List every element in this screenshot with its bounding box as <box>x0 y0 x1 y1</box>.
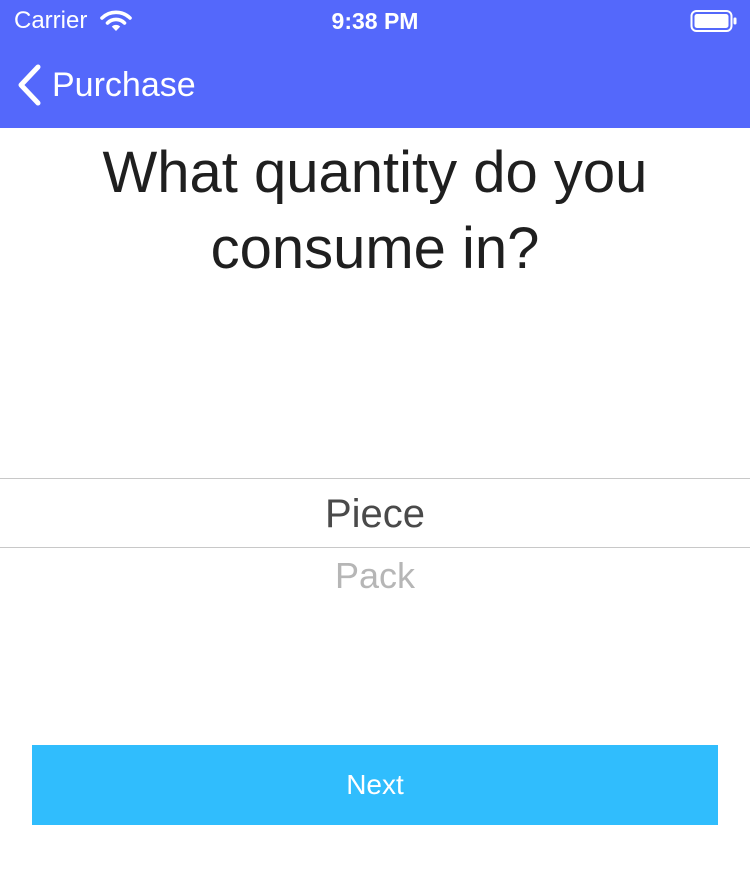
picker-selection-top-divider <box>0 478 750 479</box>
picker-option-selected[interactable]: Piece <box>0 488 750 540</box>
next-button[interactable]: Next <box>32 745 718 825</box>
back-chevron-icon <box>18 64 41 106</box>
status-bar: Carrier 9:38 PM <box>0 0 750 42</box>
status-time: 9:38 PM <box>331 8 419 34</box>
battery-icon <box>690 10 737 32</box>
picker-selection-bottom-divider <box>0 547 750 548</box>
screen: Carrier 9:38 PM Purchase What quantity d… <box>0 0 750 874</box>
picker-option[interactable]: Pack <box>0 553 750 599</box>
quantity-picker[interactable]: Piece Pack <box>0 478 750 608</box>
header-bar: Carrier 9:38 PM Purchase <box>0 0 750 128</box>
back-button-label: Purchase <box>52 66 196 104</box>
navigation-bar: Purchase <box>0 50 750 120</box>
back-button[interactable]: Purchase <box>14 62 196 108</box>
question-title: What quantity do you consume in? <box>102 140 648 281</box>
